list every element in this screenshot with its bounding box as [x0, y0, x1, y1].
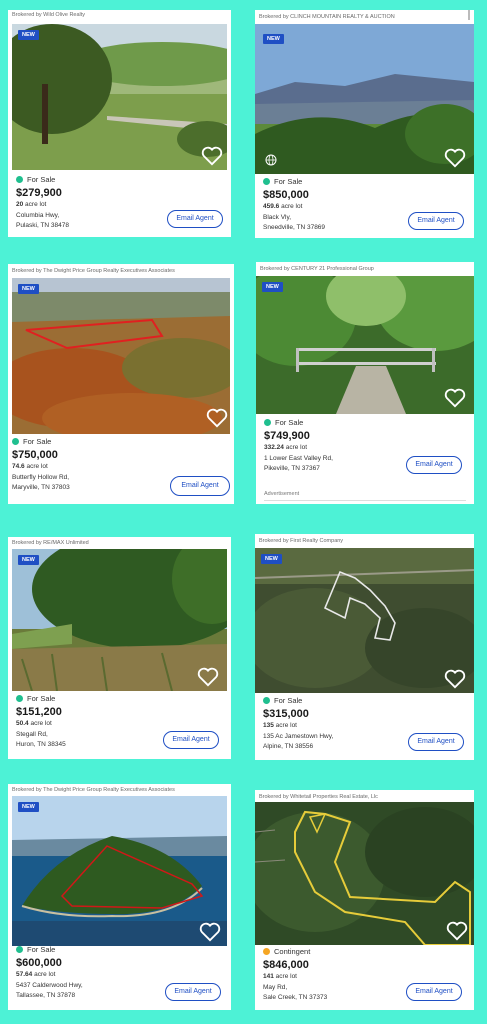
listing-price: $279,900 [16, 187, 62, 199]
listing-card[interactable]: Brokered by The Dwight Price Group Realt… [8, 264, 234, 504]
email-agent-button[interactable]: Email Agent [408, 212, 464, 230]
email-agent-button[interactable]: Email Agent [408, 733, 464, 751]
status-dot-icon [264, 419, 271, 426]
new-badge: NEW [262, 282, 283, 292]
status-label: For Sale [263, 177, 466, 186]
listing-card[interactable]: Brokered by RE/MAX Unlimited NEW For Sal… [8, 537, 231, 759]
email-agent-button[interactable]: Email Agent [406, 456, 462, 474]
listing-card[interactable]: Brokered by First Realty Company NEW For… [255, 534, 474, 760]
listing-photo[interactable]: NEW [256, 276, 474, 414]
broker-name: Brokered by CENTURY 21 Professional Grou… [260, 266, 374, 272]
lot-size: 74.6 acre lot [12, 463, 48, 470]
listing-card[interactable]: Brokered by Whitetail Properties Real Es… [255, 790, 474, 1010]
listing-card[interactable]: Brokered by Wild Olive Realty NEW For Sa… [8, 10, 231, 237]
listing-price: $600,000 [16, 957, 62, 969]
status-label: For Sale [16, 175, 223, 184]
new-badge: NEW [261, 554, 282, 564]
listing-price: $749,900 [264, 430, 310, 442]
new-badge: NEW [263, 34, 284, 44]
status-label: For Sale [264, 418, 466, 427]
listing-price: $846,000 [263, 959, 309, 971]
globe-icon[interactable] [265, 154, 277, 166]
lot-size: 135 acre lot [263, 722, 297, 729]
status-dot-icon [12, 438, 19, 445]
listing-photo[interactable]: NEW [12, 549, 227, 691]
email-agent-button[interactable]: Email Agent [165, 983, 221, 1001]
email-agent-button[interactable]: Email Agent [167, 210, 223, 228]
status-dot-icon [263, 697, 270, 704]
lot-size: 57.64 acre lot [16, 971, 56, 978]
status-dot-icon [16, 946, 23, 953]
email-agent-button[interactable]: Email Agent [163, 731, 219, 749]
broker-name: Brokered by The Dwight Price Group Realt… [12, 268, 175, 274]
broker-name: Brokered by The Dwight Price Group Realt… [12, 787, 175, 793]
lot-size: 141 acre lot [263, 973, 297, 980]
status-label: Contingent [263, 947, 466, 956]
scrollbar[interactable] [468, 10, 470, 20]
favorite-heart-icon[interactable] [444, 388, 466, 408]
status-label: For Sale [16, 694, 223, 703]
favorite-heart-icon[interactable] [444, 148, 466, 168]
listing-price: $850,000 [263, 189, 309, 201]
broker-name: Brokered by Wild Olive Realty [12, 12, 86, 18]
favorite-heart-icon[interactable] [197, 667, 219, 687]
listing-photo[interactable]: NEW [12, 796, 227, 946]
status-dot-icon [16, 695, 23, 702]
broker-name: Brokered by Whitetail Properties Real Es… [259, 794, 378, 800]
status-dot-icon [263, 178, 270, 185]
listing-photo[interactable]: NEW [12, 24, 227, 170]
new-badge: NEW [18, 30, 39, 40]
listing-photo[interactable]: NEW [255, 24, 474, 174]
favorite-heart-icon[interactable] [199, 922, 221, 942]
favorite-heart-icon[interactable] [201, 146, 223, 166]
divider [264, 500, 466, 501]
status-label: For Sale [263, 696, 466, 705]
listing-price: $750,000 [12, 449, 58, 461]
email-agent-button[interactable]: Email Agent [170, 476, 230, 496]
broker-name: Brokered by RE/MAX Unlimited [12, 540, 89, 546]
lot-size: 332.24 acre lot [264, 444, 308, 451]
listing-card[interactable]: Brokered by CLINCH MOUNTAIN REALTY & AUC… [255, 10, 474, 238]
listing-photo[interactable]: NEW [12, 278, 230, 434]
advertisement-label: Advertisement [264, 491, 300, 497]
listing-card[interactable]: Brokered by CENTURY 21 Professional Grou… [256, 262, 474, 504]
favorite-heart-icon[interactable] [206, 408, 228, 428]
status-dot-icon [16, 176, 23, 183]
new-badge: NEW [18, 555, 39, 565]
listing-price: $151,200 [16, 706, 62, 718]
listing-card[interactable]: Brokered by The Dwight Price Group Realt… [8, 784, 231, 1010]
favorite-heart-icon[interactable] [446, 921, 468, 941]
broker-name: Brokered by CLINCH MOUNTAIN REALTY & AUC… [259, 14, 395, 20]
favorite-heart-icon[interactable] [444, 669, 466, 689]
new-badge: NEW [18, 802, 39, 812]
status-label: For Sale [12, 437, 226, 446]
listing-photo[interactable]: NEW [255, 548, 474, 693]
lot-size: 20 acre lot [16, 201, 47, 208]
status-dot-icon [263, 948, 270, 955]
email-agent-button[interactable]: Email Agent [406, 983, 462, 1001]
lot-size: 459.6 acre lot [263, 203, 303, 210]
status-label: For Sale [16, 945, 223, 954]
lot-size: 50.4 acre lot [16, 720, 52, 727]
listing-photo[interactable] [255, 802, 474, 945]
broker-name: Brokered by First Realty Company [259, 538, 344, 544]
new-badge: NEW [18, 284, 39, 294]
listing-price: $315,000 [263, 708, 309, 720]
